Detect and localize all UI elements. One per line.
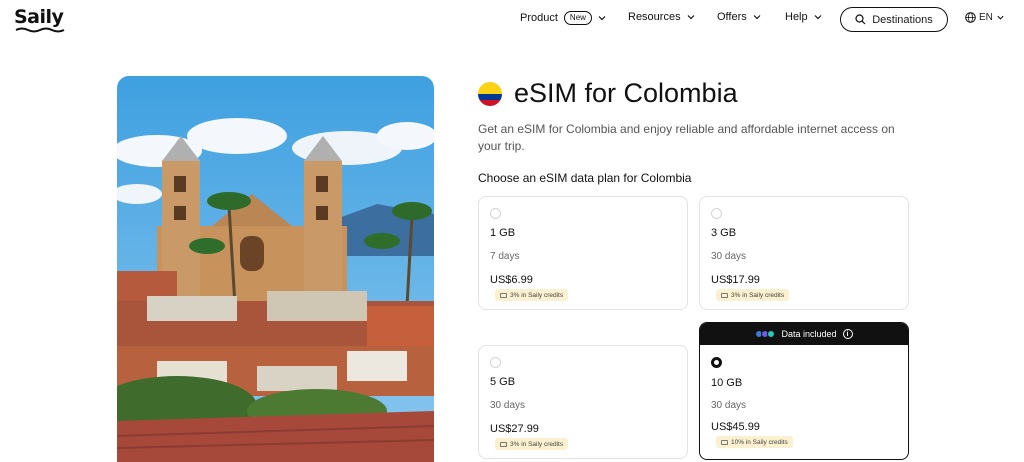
plan-duration: 7 days [490,251,520,262]
globe-icon [965,12,976,23]
nav-help[interactable]: Help [785,11,823,23]
language-label: EN [979,12,993,23]
page-subtitle: Get an eSIM for Colombia and enjoy relia… [478,122,895,153]
wallet-icon [721,292,728,298]
site-header: Saily Product New Resources Offers Help … [0,0,1024,40]
plan-duration: 30 days [711,251,747,262]
wallet-icon [500,292,507,298]
saily-logo[interactable]: Saily [14,6,64,28]
chevron-down-icon [997,15,1004,20]
nav-offers-label: Offers [717,11,747,23]
credits-badge: 3% in Saily credits [716,289,790,301]
credits-label: 3% in Saily credits [731,291,785,299]
chevron-down-icon [687,15,695,20]
title-row: eSIM for Colombia [478,78,738,109]
plan-price: US$45.99 [711,421,760,433]
nav-product[interactable]: Product New [520,11,607,25]
flag-red [478,99,502,106]
destinations-label: Destinations [872,13,933,26]
plan-duration: 30 days [711,400,747,411]
wallet-icon [721,439,728,445]
new-badge: New [563,11,592,25]
search-icon [855,14,866,25]
nav-resources-label: Resources [628,11,681,23]
plan-duration: 30 days [490,400,526,411]
plan-price: US$6.99 [490,274,533,286]
info-icon[interactable]: i [842,329,853,339]
nav-product-label: Product [520,12,558,24]
data-included-label: Data included [781,329,837,339]
plan-radio[interactable] [490,208,501,219]
colombia-hero-image [117,76,434,462]
plan-data: 3 GB [711,227,737,239]
wallet-icon [500,441,507,447]
network-logo-3 [767,330,776,338]
choose-plan-label: Choose an eSIM data plan for Colombia [478,171,692,185]
data-included-banner: Data included i [700,323,908,345]
nav-help-label: Help [785,11,808,23]
nav-resources[interactable]: Resources [628,11,696,23]
plan-data: 10 GB [711,377,743,389]
plan-data: 1 GB [490,227,516,239]
plan-radio[interactable] [711,208,722,219]
credits-label: 3% in Saily credits [510,440,564,448]
plan-card-1gb[interactable]: 1 GB 7 days US$6.99 3% in Saily credits [478,196,688,310]
chevron-down-icon [814,15,822,20]
plan-price: US$27.99 [490,423,539,435]
network-logos-icon [755,330,776,338]
credits-badge: 10% in Saily credits [716,436,793,448]
credits-label: 3% in Saily credits [510,291,564,299]
plan-radio-selected[interactable] [711,357,722,368]
plan-price: US$17.99 [711,274,760,286]
credits-badge: 3% in Saily credits [495,438,569,450]
credits-badge: 3% in Saily credits [495,289,569,301]
chevron-down-icon [598,16,606,21]
plan-card-3gb[interactable]: 3 GB 30 days US$17.99 3% in Saily credit… [699,196,909,310]
language-selector[interactable]: EN [965,12,1005,23]
plan-radio[interactable] [490,357,501,368]
logo-wave-icon [15,27,65,33]
plan-data: 5 GB [490,376,516,388]
plan-card-5gb[interactable]: 5 GB 30 days US$27.99 3% in Saily credit… [478,345,688,459]
page-title: eSIM for Colombia [514,78,738,108]
chevron-down-icon [753,15,761,20]
colombia-flag-icon [478,81,502,106]
destinations-button[interactable]: Destinations [840,7,948,32]
flag-yellow [478,81,502,94]
credits-label: 10% in Saily credits [731,438,788,446]
plan-card-10gb[interactable]: Data included i 10 GB 30 days US$45.99 1… [699,322,909,460]
nav-offers[interactable]: Offers [717,11,762,23]
